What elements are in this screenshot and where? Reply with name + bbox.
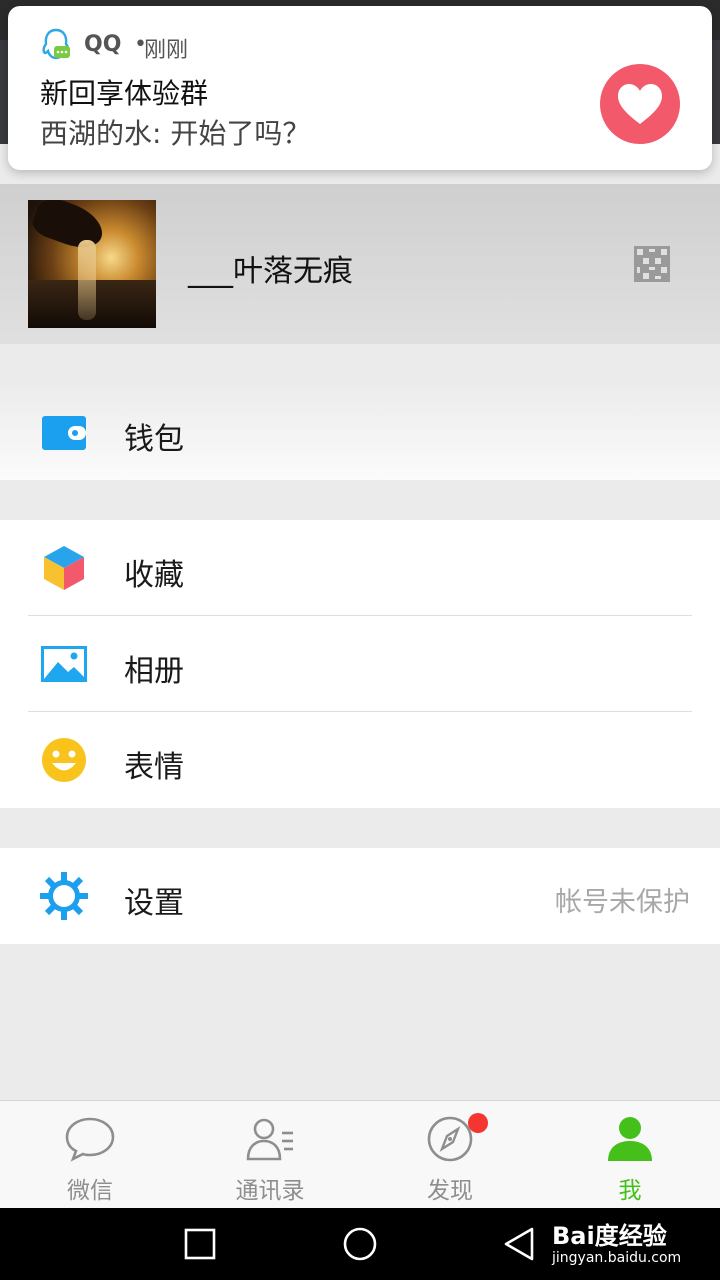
watermark-sub: jingyan.baidu.com [552, 1250, 682, 1266]
notification-message: 西湖的水: 开始了吗？ [40, 117, 311, 150]
contacts-icon [246, 1118, 293, 1161]
baidu-watermark: Bai度经验 jingyan.baidu.com [552, 1216, 712, 1272]
bottom-tab-bar: 微信 通讯录 发现 我 [0, 1100, 720, 1208]
profile-name: ___叶落无痕 [188, 254, 353, 289]
back-icon[interactable] [502, 1226, 538, 1262]
person-icon [608, 1117, 652, 1161]
account-status-text: 帐号未保护 [555, 887, 690, 918]
wallet-section: 钱包 [0, 384, 720, 480]
avatar-sand [78, 240, 96, 320]
menu-item-label: 收藏 [124, 558, 184, 593]
notification-title: 新回享体验群 [40, 77, 209, 110]
heart-avatar [600, 64, 680, 144]
notification-badge [468, 1113, 488, 1133]
collections-section: 收藏 相册 表情 [0, 520, 720, 808]
qr-code-icon[interactable] [634, 246, 670, 282]
menu-item-favorites[interactable]: 收藏 [0, 520, 720, 616]
menu-item-settings[interactable]: 设置 帐号未保护 [0, 848, 720, 944]
menu-item-label: 钱包 [124, 422, 184, 457]
menu-item-album[interactable]: 相册 [0, 616, 720, 712]
qq-notification[interactable]: QQ • 刚刚 新回享体验群 西湖的水: 开始了吗？ [8, 6, 712, 170]
tab-label: 通讯录 [235, 1178, 305, 1204]
settings-section: 设置 帐号未保护 [0, 848, 720, 944]
tab-chats[interactable]: 微信 [0, 1101, 180, 1209]
avatar-hand [29, 200, 109, 255]
qq-app-icon [42, 28, 70, 60]
recent-apps-icon[interactable] [182, 1226, 218, 1262]
tab-label: 我 [618, 1178, 642, 1204]
menu-item-stickers[interactable]: 表情 [0, 712, 720, 808]
tab-me[interactable]: 我 [540, 1101, 720, 1209]
notification-app-name: QQ [84, 32, 122, 57]
tab-contacts[interactable]: 通讯录 [180, 1101, 360, 1209]
system-nav-bar: Bai度经验 jingyan.baidu.com [0, 1208, 720, 1280]
avatar[interactable] [28, 200, 156, 328]
profile-header[interactable]: ___叶落无痕 [0, 184, 720, 344]
tab-discover[interactable]: 发现 [360, 1101, 540, 1209]
menu-item-wallet[interactable]: 钱包 [0, 384, 720, 480]
menu-item-label: 表情 [124, 750, 184, 785]
tab-label: 发现 [427, 1178, 473, 1204]
tab-label: 微信 [67, 1178, 113, 1204]
menu-item-label: 设置 [124, 886, 184, 921]
gear-icon [40, 872, 88, 920]
smiley-icon [42, 738, 86, 782]
watermark-main: Bai度经验 [552, 1222, 667, 1250]
photo-icon [41, 646, 87, 682]
home-icon[interactable] [342, 1226, 378, 1262]
menu-item-label: 相册 [124, 654, 184, 689]
wallet-icon [42, 416, 86, 450]
notification-time: 刚刚 [144, 38, 189, 63]
chat-icon [65, 1117, 115, 1162]
heart-icon [618, 84, 662, 124]
cube-icon [44, 546, 84, 590]
